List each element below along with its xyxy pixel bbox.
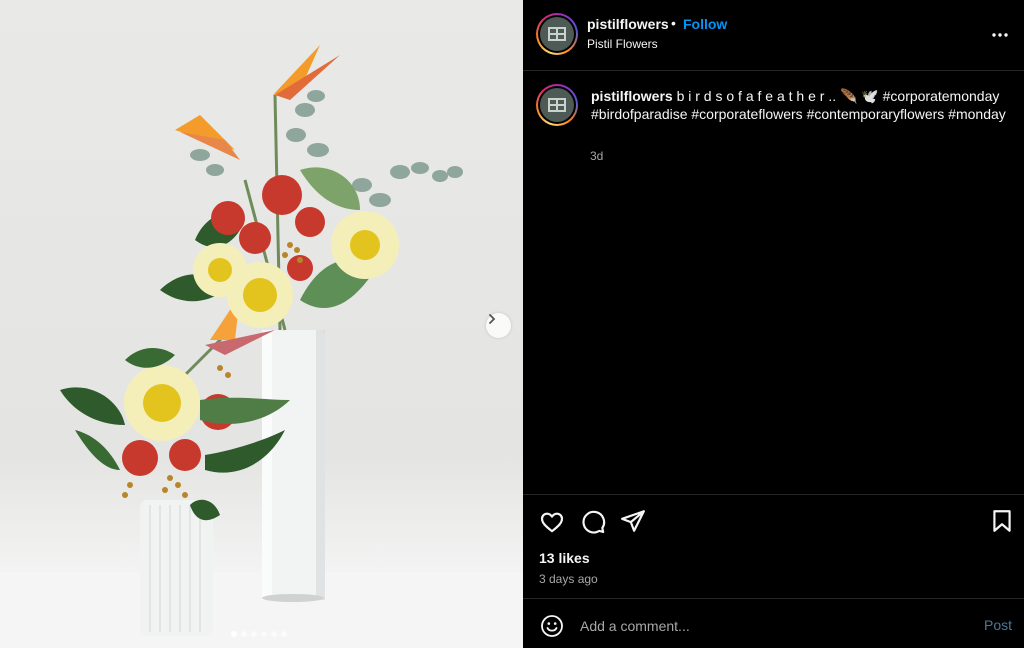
- post-comment-button[interactable]: Post: [984, 617, 1012, 633]
- caption-timestamp[interactable]: 3d: [590, 149, 603, 163]
- carousel-dot: [231, 631, 237, 637]
- post-caption: pistilflowers b i r d s o f a f e a t h …: [591, 87, 1011, 123]
- save-button[interactable]: [989, 508, 1015, 534]
- like-button[interactable]: [539, 509, 565, 535]
- pistil-logo: [548, 98, 566, 112]
- carousel-indicator: [231, 631, 287, 637]
- divider: [523, 598, 1024, 599]
- likes-count[interactable]: 13 likes: [539, 550, 590, 566]
- share-icon: [621, 510, 645, 532]
- header-username[interactable]: pistilflowers: [587, 16, 669, 32]
- caption-username[interactable]: pistilflowers: [591, 88, 673, 104]
- post-detail-panel: pistilflowers • Follow Pistil Flowers pi…: [523, 0, 1024, 648]
- carousel-dot: [281, 631, 287, 637]
- comment-input[interactable]: [580, 616, 960, 636]
- divider: [523, 494, 1024, 495]
- post-date[interactable]: 3 days ago: [539, 572, 598, 586]
- pistil-logo: [548, 27, 566, 41]
- carousel-next-button[interactable]: [486, 313, 511, 338]
- flower-arrangement-photo: [0, 45, 523, 648]
- heart-icon: [540, 512, 564, 533]
- post-image[interactable]: [0, 0, 523, 648]
- share-button[interactable]: [620, 508, 646, 534]
- header-avatar[interactable]: [536, 13, 578, 55]
- follow-button[interactable]: Follow: [683, 16, 727, 32]
- carousel-dot: [251, 631, 257, 637]
- header-account-name: Pistil Flowers: [587, 37, 658, 51]
- carousel-dot: [241, 631, 247, 637]
- carousel-dot: [271, 631, 277, 637]
- comment-button[interactable]: [580, 509, 606, 535]
- chevron-right-icon: [489, 314, 496, 324]
- emoji-icon: [541, 615, 563, 637]
- more-options-button[interactable]: [989, 22, 1013, 42]
- more-options-icon: [992, 33, 1008, 37]
- emoji-button[interactable]: [540, 614, 564, 638]
- carousel-dot: [261, 631, 267, 637]
- divider: [523, 70, 1024, 71]
- bookmark-icon: [993, 510, 1011, 532]
- comment-icon: [582, 510, 606, 534]
- header-separator: •: [671, 15, 676, 31]
- caption-avatar[interactable]: [536, 84, 578, 126]
